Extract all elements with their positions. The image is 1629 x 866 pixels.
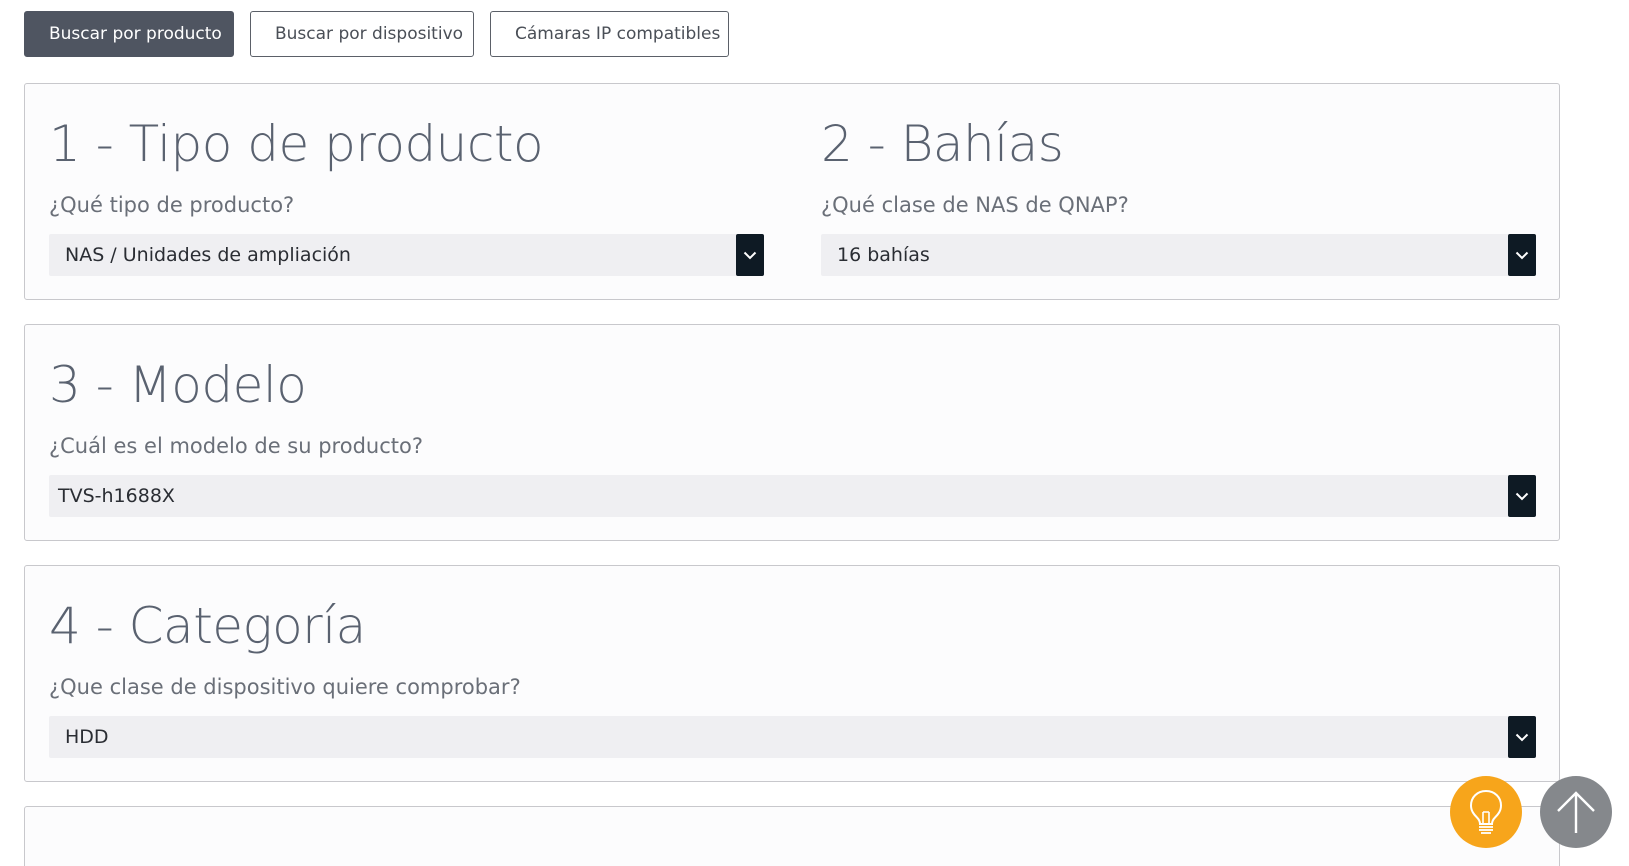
model-selected-value: TVS-h1688X	[58, 485, 175, 507]
product-type-selected-value: NAS / Unidades de ampliación	[65, 244, 351, 266]
chevron-down-icon[interactable]	[1508, 234, 1536, 276]
category-question: ¿Que clase de dispositivo quiere comprob…	[49, 675, 521, 699]
model-title: 3 - Modelo	[49, 356, 307, 414]
category-selected-value: HDD	[65, 726, 109, 748]
category-panel: 4 - Categoría ¿Que clase de dispositivo …	[24, 565, 1560, 782]
product-type-select[interactable]: NAS / Unidades de ampliación	[49, 234, 764, 276]
chevron-down-icon[interactable]	[1508, 716, 1536, 758]
lightbulb-icon	[1469, 789, 1503, 834]
model-question: ¿Cuál es el modelo de su producto?	[49, 434, 423, 458]
results-panel	[24, 806, 1560, 866]
search-mode-tabs: Buscar por producto Buscar por dispositi…	[24, 11, 729, 57]
tab-compatible-ip-cameras[interactable]: Cámaras IP compatibles	[490, 11, 729, 57]
scroll-to-top-button[interactable]	[1540, 776, 1612, 848]
category-select[interactable]: HDD	[49, 716, 1536, 758]
tab-search-by-product[interactable]: Buscar por producto	[24, 11, 234, 57]
tab-search-by-device[interactable]: Buscar por dispositivo	[250, 11, 474, 57]
page: Buscar por producto Buscar por dispositi…	[0, 0, 1629, 866]
bays-select[interactable]: 16 bahías	[821, 234, 1536, 276]
bays-selected-value: 16 bahías	[837, 244, 930, 266]
category-title: 4 - Categoría	[49, 597, 366, 655]
product-type-title: 1 - Tipo de producto	[49, 115, 544, 173]
bays-title: 2 - Bahías	[821, 115, 1064, 173]
tip-button[interactable]	[1450, 776, 1522, 848]
model-select[interactable]: TVS-h1688X	[49, 475, 1536, 517]
arrow-up-icon	[1557, 791, 1595, 833]
product-type-and-bays-panel: 1 - Tipo de producto ¿Qué tipo de produc…	[24, 83, 1560, 300]
bays-question: ¿Qué clase de NAS de QNAP?	[821, 193, 1129, 217]
model-panel: 3 - Modelo ¿Cuál es el modelo de su prod…	[24, 324, 1560, 541]
chevron-down-icon[interactable]	[1508, 475, 1536, 517]
chevron-down-icon[interactable]	[736, 234, 764, 276]
product-type-question: ¿Qué tipo de producto?	[49, 193, 295, 217]
